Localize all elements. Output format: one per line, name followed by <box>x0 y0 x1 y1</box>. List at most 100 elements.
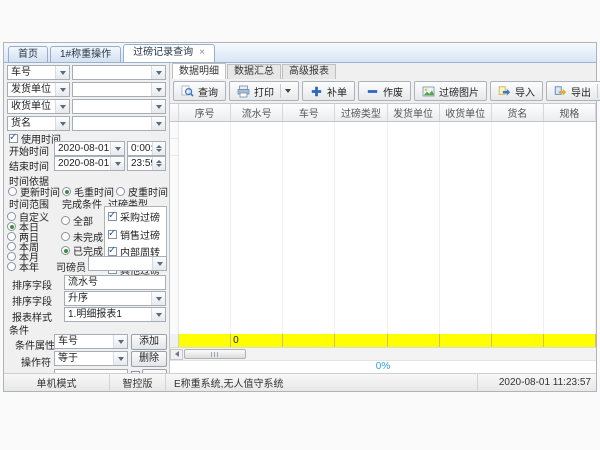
goods-field-selector[interactable]: 货名 <box>7 116 70 131</box>
weigher-label: 司磅员 <box>56 259 86 274</box>
plus-icon <box>310 85 323 98</box>
print-dropdown-icon[interactable] <box>280 84 291 98</box>
column-header-seq[interactable]: 序号 <box>179 104 231 121</box>
start-time-label: 开始时间 <box>9 143 49 158</box>
weigher-combo[interactable] <box>88 256 167 271</box>
chevron-down-icon[interactable] <box>113 335 127 348</box>
operator-combo[interactable]: 等于 <box>54 351 128 366</box>
tab-weigh-operation[interactable]: 1#称重操作 <box>50 46 121 62</box>
checkbox-check-icon <box>108 212 117 221</box>
start-time-spinner[interactable]: 0:00:00 <box>127 141 166 156</box>
column-header-shipper[interactable]: 发货单位 <box>388 104 440 121</box>
summary-cell <box>440 334 492 347</box>
spinner-arrows-icon[interactable] <box>152 142 165 155</box>
checkbox-purchase-weigh[interactable]: 采购过磅 <box>108 209 166 224</box>
tab-advanced-report[interactable]: 高级报表 <box>282 64 336 79</box>
start-date-picker[interactable]: 2020-08-01 <box>54 141 125 156</box>
chevron-down-icon[interactable] <box>55 117 69 130</box>
query-button[interactable]: 查询 <box>173 81 226 101</box>
column-header-goods[interactable]: 货名 <box>492 104 544 121</box>
tab-home[interactable]: 首页 <box>8 46 48 62</box>
chevron-down-icon[interactable] <box>55 83 69 96</box>
close-tab-icon[interactable]: × <box>199 47 205 58</box>
export-button[interactable]: 导出 <box>546 81 600 101</box>
add-condition-button[interactable]: 添加 <box>131 334 167 350</box>
chevron-down-icon[interactable] <box>151 100 165 113</box>
calendar-dropdown-icon[interactable] <box>110 157 124 170</box>
weigh-photo-button[interactable]: 过磅图片 <box>414 81 487 101</box>
import-icon <box>498 85 511 98</box>
import-button[interactable]: 导入 <box>490 81 543 101</box>
chevron-down-icon[interactable] <box>151 117 165 130</box>
chevron-down-icon[interactable] <box>151 308 165 321</box>
radio-this-year[interactable]: 本年 <box>7 259 39 274</box>
goods-value-combo[interactable] <box>72 116 166 131</box>
receiver-field-selector[interactable]: 收货单位 <box>7 99 70 114</box>
report-style-combo[interactable]: 1.明细报表1 <box>64 307 166 322</box>
value-input[interactable] <box>54 369 128 373</box>
tab-data-summary[interactable]: 数据汇总 <box>227 64 281 79</box>
column-header-spec[interactable]: 规格 <box>544 104 596 121</box>
body-column <box>335 122 387 334</box>
sort-order-combo[interactable]: 升序 <box>64 291 166 306</box>
summary-cell <box>283 334 335 347</box>
vehicle-field-selector[interactable]: 车号 <box>7 65 70 80</box>
checkbox-check-icon <box>108 247 117 256</box>
condition-attr-combo[interactable]: 车号 <box>54 334 128 349</box>
column-header-vehicle[interactable]: 车号 <box>283 104 335 121</box>
finish-cond-label: 完成条件 <box>62 196 102 211</box>
column-header-receiver[interactable]: 收货单位 <box>440 104 492 121</box>
supplement-button[interactable]: 补单 <box>302 81 355 101</box>
chevron-down-icon[interactable] <box>55 100 69 113</box>
vehicle-value-combo[interactable] <box>72 65 166 80</box>
radio-icon <box>62 187 71 196</box>
filter-panel: 车号 发货单位 收货单位 货名 使用时间 开始时间 2020-08-01 0:0… <box>4 63 170 373</box>
toolbar: 查询 打印 补单 作废 过磅图片 <box>170 79 596 103</box>
column-header-weigh-type[interactable]: 过磅类型 <box>335 104 387 121</box>
shipper-field-selector[interactable]: 发货单位 <box>7 82 70 97</box>
radio-all[interactable]: 全部 <box>61 213 93 228</box>
chevron-down-icon[interactable] <box>151 83 165 96</box>
value-checkbox[interactable] <box>131 371 140 373</box>
summary-cell <box>492 334 544 347</box>
shipper-value-combo[interactable] <box>72 82 166 97</box>
receiver-value-combo[interactable] <box>72 99 166 114</box>
horizontal-scrollbar[interactable] <box>170 347 596 360</box>
tab-data-detail[interactable]: 数据明细 <box>172 63 226 79</box>
end-date-picker[interactable]: 2020-08-01 <box>54 156 125 171</box>
row-line <box>170 138 178 139</box>
status-edition: 智控版 <box>110 374 166 391</box>
body-column <box>544 122 596 334</box>
checkbox-sale-weigh[interactable]: 销售过磅 <box>108 227 166 242</box>
chevron-down-icon[interactable] <box>151 66 165 79</box>
radio-unfinished[interactable]: 未完成 <box>61 229 103 244</box>
scroll-thumb[interactable] <box>184 349 246 359</box>
column-header-serial[interactable]: 流水号 <box>231 104 283 121</box>
status-bar: 单机模式 智控版 E称重系统,无人值守系统 2020-08-01 11:23:5… <box>4 373 596 391</box>
summary-cell: 0 <box>231 334 283 347</box>
end-time-spinner[interactable]: 23:59:59 <box>127 156 166 171</box>
chevron-down-icon[interactable] <box>113 352 127 365</box>
body-column <box>388 122 440 334</box>
clipped-button[interactable] <box>142 369 167 373</box>
sort-field-input[interactable]: 流水号 <box>64 275 166 290</box>
export-icon <box>554 85 567 98</box>
void-button[interactable]: 作废 <box>358 81 411 101</box>
chevron-down-icon[interactable] <box>152 257 166 270</box>
summary-row: 0 <box>170 334 596 347</box>
scroll-left-arrow-icon[interactable] <box>170 349 183 360</box>
end-time-label: 结束时间 <box>9 158 49 173</box>
print-button[interactable]: 打印 <box>229 81 299 101</box>
grid-body[interactable] <box>170 122 596 334</box>
calendar-dropdown-icon[interactable] <box>110 142 124 155</box>
delete-condition-button[interactable]: 删除 <box>131 351 167 367</box>
scroll-grip-icon <box>211 352 220 357</box>
spinner-arrows-icon[interactable] <box>152 157 165 170</box>
row-line <box>170 155 178 156</box>
chevron-down-icon[interactable] <box>151 292 165 305</box>
condition-group-label: 条件 <box>9 322 29 337</box>
tab-record-query[interactable]: 过磅记录查询× <box>123 44 215 62</box>
body-column <box>231 122 283 334</box>
chevron-down-icon[interactable] <box>55 66 69 79</box>
checkbox-check-icon <box>108 230 117 239</box>
